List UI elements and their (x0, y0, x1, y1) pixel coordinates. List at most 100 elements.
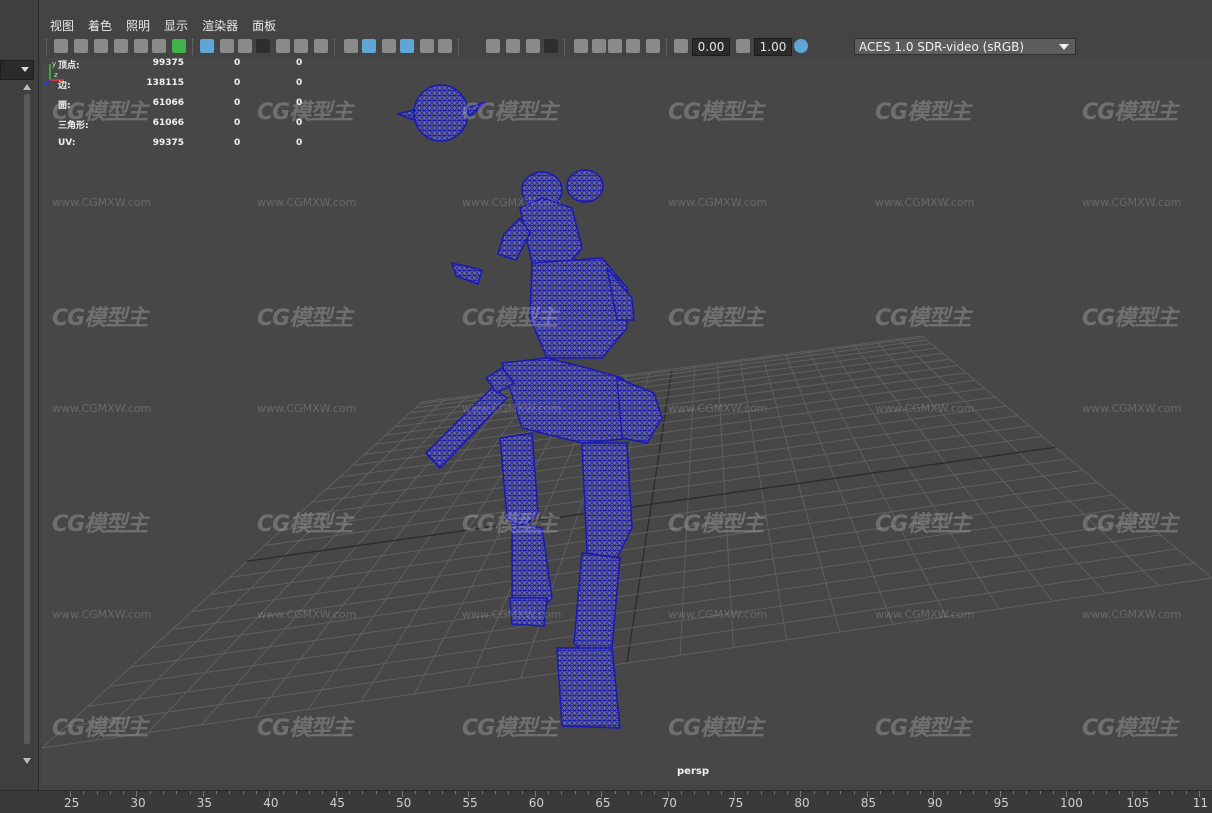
hud-value: 0 (296, 58, 303, 68)
hud-value: 0 (234, 118, 241, 128)
timeline-tick (415, 791, 417, 794)
time-slider[interactable]: 25 30 35 40 45 50 55 60 65 70 75 80 85 90 95 100 105 11 (0, 790, 1212, 813)
timeline-tick (455, 791, 457, 794)
watermark-logo: CG模型主 (52, 512, 148, 537)
shadows-icon[interactable] (486, 39, 500, 53)
xray-joints-icon[interactable] (626, 39, 640, 53)
left-panel-dropdown[interactable] (0, 60, 34, 80)
timeline-frame-number: 25 (64, 796, 80, 810)
viewport-scene[interactable] (42, 58, 1212, 785)
watermark-logo: CG模型主 (462, 716, 558, 741)
toolbar-separator (666, 39, 669, 55)
hud-value: 99375 (152, 138, 184, 148)
timeline-tick (1052, 791, 1054, 794)
grease-pencil-icon[interactable] (172, 39, 186, 53)
grid-line (42, 577, 1212, 749)
wireframe-icon[interactable] (344, 39, 358, 53)
hand-mesh (450, 261, 483, 285)
exposure-field[interactable]: 0.00 (692, 38, 730, 56)
exposure-icon[interactable] (674, 39, 688, 53)
watermark-url: www.CGMXW.com (257, 196, 357, 209)
camera-attributes-icon[interactable] (74, 39, 88, 53)
timeline-tick (694, 791, 696, 794)
hud-row-vertices: 顶点: 99375 0 0 (58, 58, 318, 74)
hud-row-uvs: UV: 99375 0 0 (58, 134, 318, 154)
field-chart-icon[interactable] (276, 39, 290, 53)
axis-gizmo: y z (43, 60, 64, 86)
resolution-gate-icon[interactable] (238, 39, 252, 53)
watermark-logo: CG模型主 (668, 716, 764, 741)
menu-renderer[interactable]: 渲染器 (194, 14, 244, 34)
timeline-tick (149, 791, 151, 794)
scroll-track[interactable] (24, 94, 30, 744)
textured-icon[interactable] (420, 39, 434, 53)
color-management-icon[interactable] (794, 39, 808, 53)
menu-show[interactable]: 显示 (156, 14, 194, 34)
film-gate-icon[interactable] (220, 39, 234, 53)
hud-value: 0 (234, 58, 241, 68)
gate-mask-icon[interactable] (256, 39, 270, 53)
timeline-tick (933, 791, 935, 797)
toolbar-separator (334, 39, 337, 55)
screen-space-ao-icon[interactable] (506, 39, 520, 53)
watermark-url: www.CGMXW.com (875, 608, 975, 621)
timeline-tick (189, 791, 191, 794)
watermark-logo: CG模型主 (1082, 100, 1178, 125)
timeline-tick (999, 791, 1001, 797)
anti-aliasing-icon[interactable] (544, 39, 558, 53)
timeline-frame-number: 100 (1060, 796, 1083, 810)
timeline-tick (202, 791, 204, 797)
scroll-down-icon[interactable] (23, 758, 31, 764)
2d-pan-zoom-icon[interactable] (152, 39, 166, 53)
select-camera-icon[interactable] (54, 39, 68, 53)
isolate-select-icon[interactable] (574, 39, 588, 53)
left-panel-scrollbar[interactable] (22, 84, 32, 764)
watermark-logo: CG模型主 (52, 100, 148, 125)
timeline-tick (322, 791, 324, 794)
timeline-frame-number: 11 (1192, 796, 1209, 810)
watermark-url: www.CGMXW.com (668, 402, 768, 415)
y-axis-label: y (52, 60, 56, 68)
watermark-logo: CG模型主 (257, 512, 353, 537)
menu-panels[interactable]: 面板 (244, 14, 282, 34)
bookmark-icon[interactable] (114, 39, 128, 53)
default-material-icon[interactable] (382, 39, 396, 53)
timeline-frame-number: 95 (993, 796, 1009, 810)
timeline-tick (1119, 791, 1121, 794)
timeline-tick (1159, 791, 1160, 794)
menu-shading[interactable]: 着色 (80, 14, 118, 34)
timeline-tick (163, 791, 164, 794)
perspective-viewport[interactable]: 顶点: 99375 0 0 边: 138115 0 0 面: 61066 0 0… (42, 58, 1212, 785)
xray-active-icon[interactable] (608, 39, 622, 53)
motion-blur-icon[interactable] (526, 39, 540, 53)
timeline-tick (375, 791, 377, 794)
grid-icon[interactable] (200, 39, 214, 53)
timeline-tick (827, 791, 828, 794)
timeline-tick (588, 791, 589, 794)
timeline-tick (813, 791, 815, 794)
bookmark-camera-icon[interactable] (94, 39, 108, 53)
scroll-up-icon[interactable] (23, 84, 31, 90)
smooth-shade-icon[interactable] (362, 39, 376, 53)
gamma-field[interactable]: 1.00 (754, 38, 792, 56)
color-space-dropdown[interactable]: ACES 1.0 SDR-video (sRGB) (854, 38, 1076, 55)
watermark-url: www.CGMXW.com (257, 608, 357, 621)
menu-lighting[interactable]: 照明 (118, 14, 156, 34)
timeline-tick (906, 791, 908, 794)
use-all-lights-icon[interactable] (438, 39, 452, 53)
timeline-tick (96, 791, 98, 794)
safe-action-icon[interactable] (294, 39, 308, 53)
toolbar-separator (564, 39, 567, 55)
timeline-tick (309, 791, 311, 794)
toolbar-separator (458, 39, 461, 55)
gamma-icon[interactable] (736, 39, 750, 53)
wireframe-on-shaded-icon[interactable] (400, 39, 414, 53)
menu-view[interactable]: 视图 (42, 14, 80, 34)
safe-title-icon[interactable] (314, 39, 328, 53)
backface-culling-icon[interactable] (646, 39, 660, 53)
timeline-tick (720, 791, 722, 794)
image-plane-icon[interactable] (134, 39, 148, 53)
timeline-tick (920, 791, 921, 794)
watermark-url: www.CGMXW.com (1082, 608, 1182, 621)
timeline-tick (521, 791, 523, 794)
